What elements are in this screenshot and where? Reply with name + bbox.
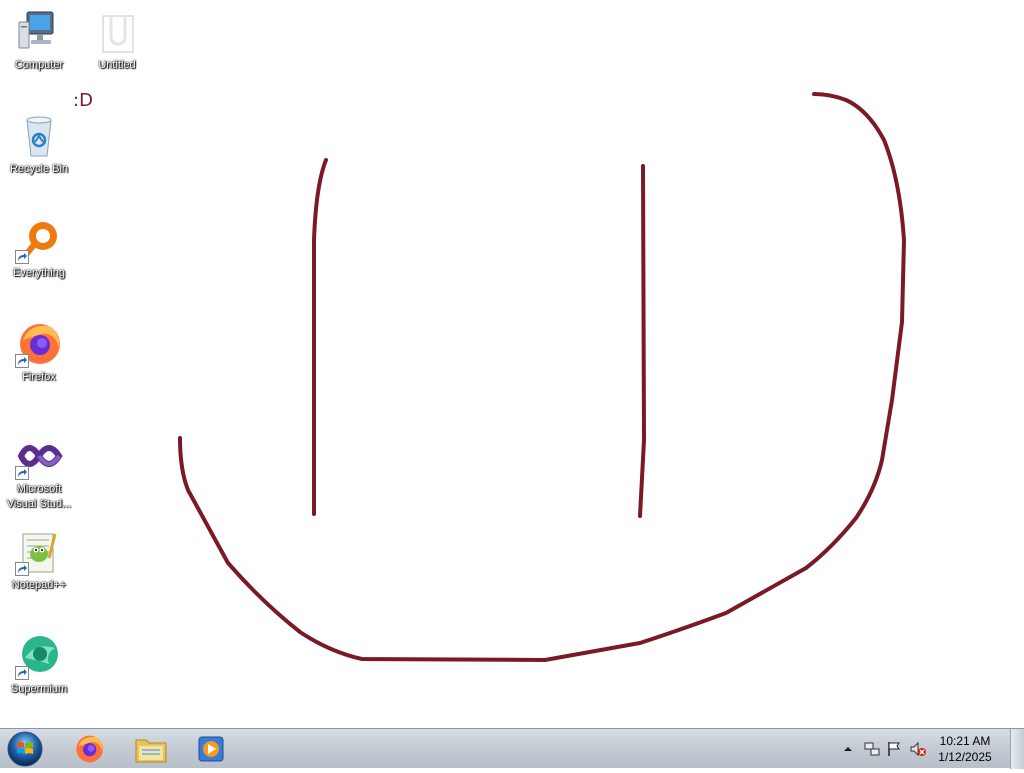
desktop-icon-supermium[interactable]: Supermium <box>1 632 77 697</box>
shortcut-arrow-icon <box>15 354 29 368</box>
desktop-icon-label: Computer <box>14 59 64 71</box>
action-center-flag-icon[interactable] <box>886 741 902 757</box>
desktop-icon-firefox[interactable]: Firefox <box>1 320 77 385</box>
computer-icon <box>15 8 63 56</box>
network-icon[interactable] <box>864 741 880 757</box>
clock-date: 1/12/2025 <box>938 750 992 764</box>
recycle-bin-icon <box>15 112 63 160</box>
shortcut-arrow-icon <box>15 466 29 480</box>
media-player-icon <box>198 736 224 762</box>
smiley-text: :D <box>73 90 93 111</box>
desktop-icon-label: Everything <box>13 267 65 279</box>
shortcut-arrow-icon <box>15 666 29 680</box>
chevron-up-icon[interactable] <box>840 741 856 757</box>
drawing-left-eye-stroke <box>312 158 328 516</box>
windows-logo-icon <box>7 731 43 767</box>
desktop-icon-label: Firefox <box>22 371 56 383</box>
desktop-icon-label: Microsoft Visual Stud... <box>6 483 72 510</box>
desktop-icon-untitled[interactable]: Untitled <box>79 8 155 73</box>
clock[interactable]: 10:21 AM 1/12/2025 <box>930 733 1000 765</box>
media-player-taskbar-button[interactable] <box>184 731 238 767</box>
system-tray: 10:21 AM 1/12/2025 <box>834 729 1024 769</box>
desktop-icon-label: Untitled <box>98 59 136 71</box>
clock-time: 10:21 AM <box>939 734 991 748</box>
desktop-icon-notepadpp[interactable]: Notepad++ <box>1 528 77 593</box>
desktop-icon-label: Supermium <box>10 683 68 695</box>
notepadpp-icon <box>15 528 63 576</box>
visual-studio-icon <box>15 432 63 480</box>
document-icon <box>93 8 141 56</box>
desktop-icon-everything[interactable]: Everything <box>1 216 77 281</box>
desktop-icon-label: Notepad++ <box>11 579 67 591</box>
folder-icon <box>135 739 167 763</box>
desktop[interactable]: :D Computer Untitled Recycle Bin Everyth… <box>0 0 1024 728</box>
drawing-right-eye-stroke <box>638 164 646 518</box>
explorer-taskbar-button[interactable] <box>124 731 178 767</box>
freehand-drawing <box>178 92 906 662</box>
desktop-icon-recycle-bin[interactable]: Recycle Bin <box>1 112 77 177</box>
firefox-icon <box>76 735 103 763</box>
desktop-icon-visual-studio[interactable]: Microsoft Visual Stud... <box>1 432 77 512</box>
desktop-icon-computer[interactable]: Computer <box>1 8 77 73</box>
volume-muted-icon[interactable] <box>910 741 926 757</box>
supermium-icon <box>15 632 63 680</box>
show-desktop-button[interactable] <box>1010 729 1024 769</box>
drawing-mouth-stroke <box>178 92 906 662</box>
taskbar: 10:21 AM 1/12/2025 <box>0 728 1024 769</box>
firefox-icon <box>15 320 63 368</box>
desktop-icon-label: Recycle Bin <box>9 163 69 175</box>
firefox-taskbar-button[interactable] <box>62 731 116 767</box>
start-button[interactable] <box>4 730 46 768</box>
shortcut-arrow-icon <box>15 250 29 264</box>
shortcut-arrow-icon <box>15 562 29 576</box>
everything-search-icon <box>15 216 63 264</box>
